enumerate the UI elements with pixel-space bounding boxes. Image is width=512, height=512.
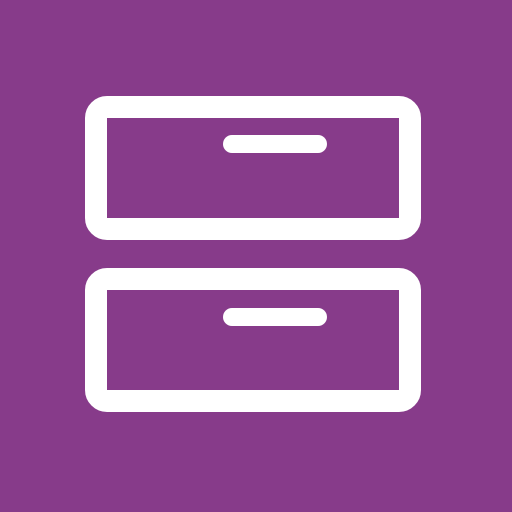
file-cabinet-icon [0,0,512,512]
drawer-bottom [85,268,421,412]
drawer-handle [223,308,327,326]
drawer-top [85,96,421,240]
drawer-handle [223,135,327,153]
